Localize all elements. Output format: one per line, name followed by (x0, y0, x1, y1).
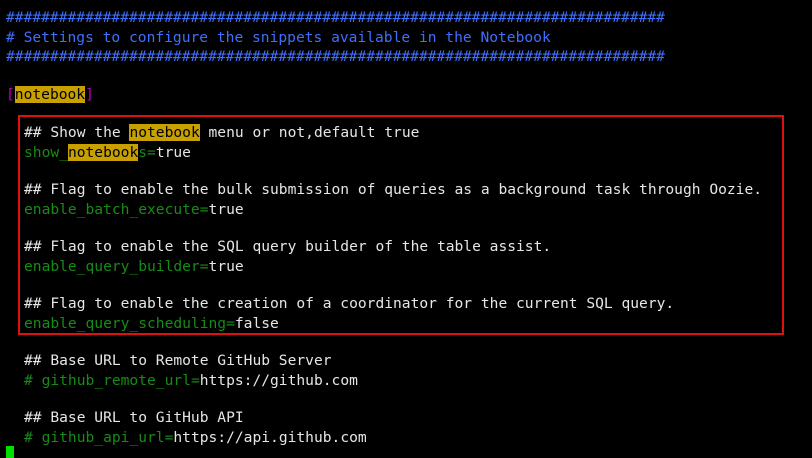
header-rule-bottom: ########################################… (6, 48, 665, 65)
github-api-url-comment: ## Base URL to GitHub API (24, 409, 244, 426)
terminal-window[interactable]: ########################################… (0, 0, 812, 458)
github-remote-url-comment: ## Base URL to Remote GitHub Server (24, 352, 332, 369)
setting-value: https://api.github.com (173, 429, 367, 446)
search-match-highlight: notebook (67, 144, 139, 161)
setting-value: false (234, 315, 279, 332)
github-remote-url-setting: # github_remote_url=https://github.com (24, 372, 358, 389)
query-builder-comment: ## Flag to enable the SQL query builder … (24, 238, 552, 255)
setting-value: true (208, 201, 244, 218)
section-bracket-open: [ (6, 86, 15, 103)
github-api-url-setting: # github_api_url=https://api.github.com (24, 429, 367, 446)
header-title-comment: # Settings to configure the snippets ava… (6, 29, 551, 46)
query-builder-setting: enable_query_builder=true (24, 258, 244, 275)
query-scheduling-comment: ## Flag to enable the creation of a coor… (24, 295, 675, 312)
terminal-cursor[interactable] (6, 446, 14, 458)
show-notebooks-comment: ## Show the notebook menu or not,default… (24, 124, 420, 141)
search-match-highlight: notebook (129, 124, 200, 141)
section-header: [notebook] (6, 85, 94, 104)
batch-execute-setting: enable_batch_execute=true (24, 201, 244, 218)
setting-value: true (208, 258, 244, 275)
section-bracket-close: ] (85, 86, 94, 103)
section-name: notebook (14, 86, 86, 103)
header-rule-top: ########################################… (6, 9, 665, 26)
setting-value: true (155, 144, 191, 161)
show-notebooks-setting: show_notebooks=true (24, 144, 191, 161)
setting-value: https://github.com (199, 372, 358, 389)
query-scheduling-setting: enable_query_scheduling=false (24, 315, 279, 332)
batch-execute-comment: ## Flag to enable the bulk submission of… (24, 181, 763, 198)
